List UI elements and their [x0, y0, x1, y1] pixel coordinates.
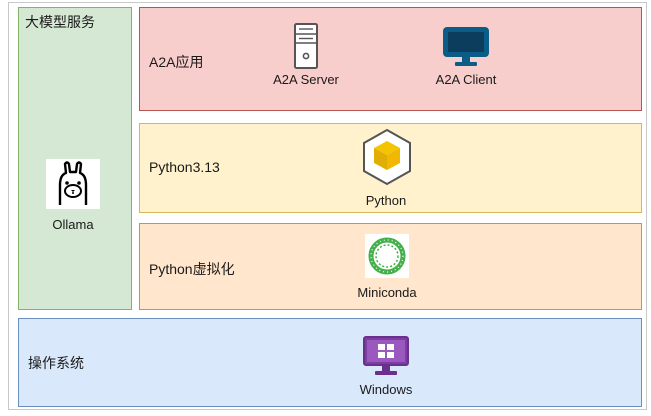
- python-virtualization-layer: Python虚拟化 Miniconda: [139, 223, 642, 310]
- a2a-app-layer: A2A应用 A2A Server A2A Client: [139, 7, 642, 111]
- llama-icon: [46, 159, 100, 214]
- python-layer: Python3.13 Python: [139, 123, 642, 213]
- python-cube-icon: [360, 127, 414, 192]
- miniconda-label: Miniconda: [357, 285, 417, 300]
- windows-monitor-icon: [362, 335, 410, 382]
- python-title: Python3.13: [149, 159, 220, 175]
- os-layer: 操作系统 Windows: [18, 318, 642, 407]
- ollama-label: Ollama: [52, 217, 94, 232]
- monitor-icon: [442, 26, 490, 73]
- python-label: Python: [365, 193, 407, 208]
- a2a-client-label: A2A Client: [435, 72, 497, 87]
- windows-label: Windows: [359, 382, 413, 397]
- llm-service-layer: 大模型服务 Ollama: [18, 7, 132, 310]
- os-title: 操作系统: [28, 355, 84, 371]
- a2a-app-title: A2A应用: [149, 54, 204, 70]
- llm-service-title: 大模型服务: [25, 14, 95, 30]
- miniconda-ring-icon: [365, 234, 409, 283]
- server-icon: [293, 22, 319, 75]
- python-virtualization-title: Python虚拟化: [149, 261, 235, 277]
- a2a-server-label: A2A Server: [273, 72, 339, 87]
